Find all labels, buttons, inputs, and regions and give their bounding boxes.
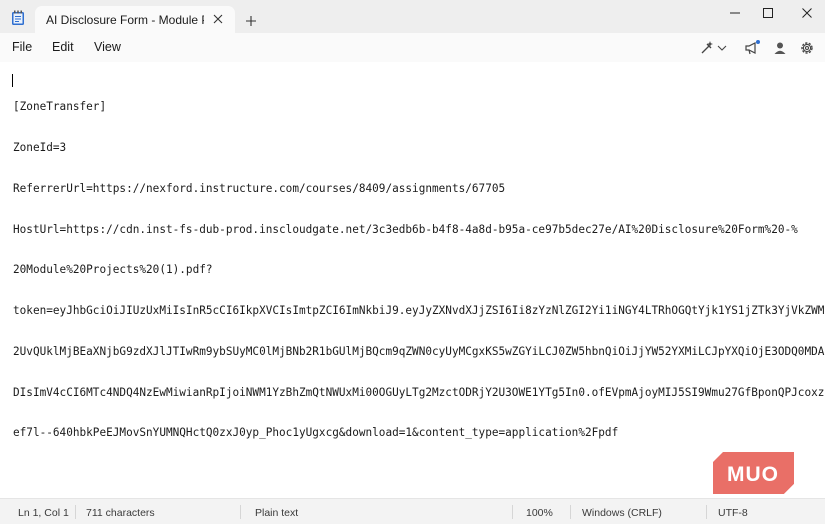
plus-icon[interactable] [244,14,258,28]
document-tab[interactable]: AI Disclosure Form - Module Proje [35,6,235,33]
tab-title: AI Disclosure Form - Module Proje [46,13,204,27]
megaphone-icon[interactable] [743,39,761,57]
status-bar: Ln 1, Col 1 711 characters Plain text 10… [0,498,825,524]
status-divider [240,505,241,519]
document-line: 2UvQUklMjBEaXNjbG9zdXJlJTIwRm9ybSUyMC0lM… [13,344,825,358]
close-icon [802,8,812,18]
menu-edit[interactable]: Edit [52,40,74,54]
document-text: [ZoneTransfer] ZoneId=3 ReferrerUrl=http… [13,73,825,467]
document-line: 20Module%20Projects%20(1).pdf? [13,263,213,277]
document-line: ReferrerUrl=https://nexford.instructure.… [13,181,506,195]
notepad-icon [11,10,25,26]
close-window-button[interactable] [784,0,825,26]
menu-view[interactable]: View [94,40,121,54]
chevron-down-icon[interactable] [716,39,728,57]
close-icon[interactable] [211,12,225,26]
document-line: HostUrl=https://cdn.inst-fs-dub-prod.ins… [13,222,798,236]
cursor-position[interactable]: Ln 1, Col 1 [18,507,69,519]
document-line: ZoneId=3 [13,140,67,154]
maximize-icon [763,8,773,18]
status-divider [706,505,707,519]
svg-text:MUO: MUO [727,463,779,486]
document-line: token=eyJhbGciOiJIUzUxMiIsInR5cCI6IkpXVC… [13,304,825,318]
minimize-icon [730,12,740,14]
document-line: [ZoneTransfer] [13,100,107,114]
user-icon[interactable] [771,39,789,57]
title-bar: AI Disclosure Form - Module Proje [0,0,825,33]
status-divider [570,505,571,519]
gear-icon[interactable] [798,39,816,57]
muo-watermark-logo: MUO [713,452,794,494]
status-divider [512,505,513,519]
copilot-icon[interactable] [698,39,716,57]
document-line: ef7l--640hbkPeEJMovSnYUMNQHctQ0zxJ0yp_Ph… [13,426,619,440]
status-divider [75,505,76,519]
character-count: 711 characters [86,507,155,519]
zoom-level[interactable]: 100% [526,507,553,519]
menu-bar: File Edit View [0,33,825,62]
document-line: DIsImV4cCI6MTc4NDQ4NzEwMiwianRpIjoiNWM1Y… [13,385,825,399]
text-format[interactable]: Plain text [255,507,298,519]
encoding[interactable]: UTF-8 [718,507,748,519]
line-ending[interactable]: Windows (CRLF) [582,507,662,519]
text-editor[interactable]: [ZoneTransfer] ZoneId=3 ReferrerUrl=http… [0,62,825,498]
menu-file[interactable]: File [12,40,32,54]
